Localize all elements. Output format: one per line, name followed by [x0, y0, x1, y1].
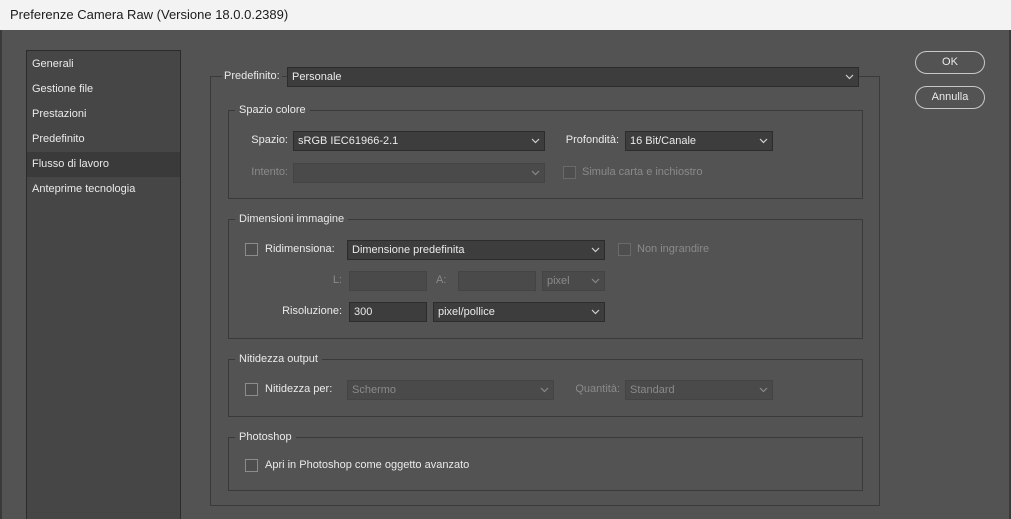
preset-value: Personale [292, 71, 342, 83]
space-label: Spazio: [251, 134, 288, 146]
chevron-down-icon [845, 72, 854, 81]
chevron-down-icon [540, 385, 549, 394]
chevron-down-icon [759, 385, 768, 394]
no-enlarge-checkbox[interactable] [618, 243, 631, 256]
color-space-value: sRGB IEC61966-2.1 [298, 135, 399, 147]
amount-dropdown[interactable]: Standard [625, 380, 773, 400]
resize-checkbox[interactable] [245, 243, 258, 256]
amount-label: Quantità: [575, 383, 620, 395]
no-enlarge-label: Non ingrandire [637, 243, 710, 255]
sharpen-for-checkbox[interactable] [245, 383, 258, 396]
size-unit-dropdown[interactable]: pixel [542, 271, 605, 291]
amount-value: Standard [630, 384, 675, 396]
cancel-button[interactable]: Annulla [915, 86, 985, 109]
resize-value: Dimensione predefinita [352, 244, 465, 256]
resolution-value: 300 [354, 306, 373, 318]
window-title: Preferenze Camera Raw (Versione 18.0.0.2… [10, 7, 289, 22]
simulate-paper-ink-label: Simula carta e inchiostro [582, 166, 703, 178]
sidebar-item-flusso-di-lavoro[interactable]: Flusso di lavoro [27, 152, 180, 177]
intent-dropdown[interactable] [293, 163, 545, 183]
sidebar-item-gestione-file[interactable]: Gestione file [27, 77, 180, 102]
chevron-down-icon [531, 136, 540, 145]
chevron-down-icon [531, 168, 540, 177]
bit-depth-value: 16 Bit/Canale [630, 135, 697, 147]
chevron-down-icon [591, 245, 600, 254]
bit-depth-dropdown[interactable]: 16 Bit/Canale [625, 131, 773, 151]
resolution-unit-value: pixel/pollice [438, 306, 495, 318]
open-as-smart-object-label: Apri in Photoshop come oggetto avanzato [265, 459, 470, 471]
resolution-unit-dropdown[interactable]: pixel/pollice [433, 302, 605, 322]
sharpen-for-value: Schermo [352, 384, 397, 396]
window-left-edge [0, 30, 2, 519]
preset-label: Predefinito: [222, 70, 282, 82]
chevron-down-icon [591, 276, 600, 285]
window-titlebar: Preferenze Camera Raw (Versione 18.0.0.2… [0, 0, 1011, 30]
sidebar-item-anteprime-tecnologia[interactable]: Anteprime tecnologia [27, 177, 180, 202]
resolution-input[interactable]: 300 [349, 302, 427, 322]
color-space-group [228, 110, 863, 199]
sidebar-item-predefinito[interactable]: Predefinito [27, 127, 180, 152]
sidebar-item-generali[interactable]: Generali [27, 52, 180, 77]
width-input[interactable] [349, 271, 427, 291]
output-sharpening-title: Nitidezza output [235, 353, 322, 365]
resize-label: Ridimensiona: [265, 243, 335, 255]
preferences-sidebar: Generali Gestione file Prestazioni Prede… [26, 50, 181, 519]
ok-button[interactable]: OK [915, 51, 985, 74]
depth-label: Profondità: [565, 134, 619, 146]
simulate-paper-ink-checkbox[interactable] [563, 166, 576, 179]
image-size-title: Dimensioni immagine [235, 213, 349, 225]
sharpen-for-dropdown[interactable]: Schermo [347, 380, 554, 400]
sidebar-item-prestazioni[interactable]: Prestazioni [27, 102, 180, 127]
chevron-down-icon [591, 307, 600, 316]
chevron-down-icon [759, 136, 768, 145]
resize-dropdown[interactable]: Dimensione predefinita [347, 240, 605, 260]
resolution-label: Risoluzione: [282, 305, 342, 317]
width-label: L: [332, 274, 342, 286]
color-space-dropdown[interactable]: sRGB IEC61966-2.1 [293, 131, 545, 151]
preset-dropdown[interactable]: Personale [287, 67, 859, 87]
color-space-title: Spazio colore [235, 104, 310, 116]
height-label: A: [436, 274, 447, 286]
sharpen-for-label: Nitidezza per: [265, 383, 333, 395]
intent-label: Intento: [251, 166, 288, 178]
height-input[interactable] [458, 271, 536, 291]
photoshop-title: Photoshop [235, 431, 296, 443]
open-as-smart-object-checkbox[interactable] [245, 459, 258, 472]
size-unit-value: pixel [547, 275, 570, 287]
